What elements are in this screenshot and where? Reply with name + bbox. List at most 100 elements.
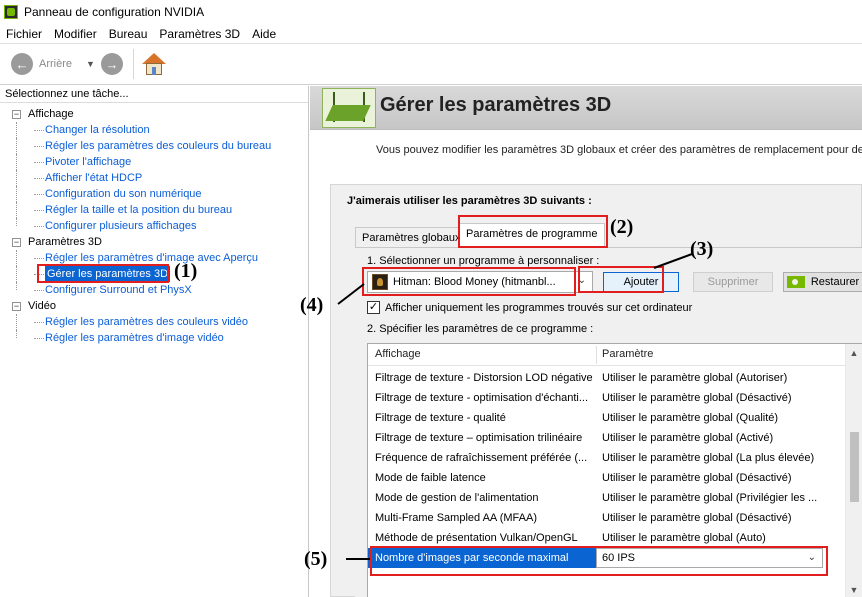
scroll-up-icon[interactable]: ▲ — [846, 348, 862, 358]
table-row[interactable]: Filtrage de texture – optimisation trili… — [368, 428, 823, 448]
table-row[interactable]: Fréquence de rafraîchissement préférée (… — [368, 448, 823, 468]
checkmark-icon[interactable]: ✓ — [367, 301, 380, 314]
tree-item-hdcp[interactable]: Afficher l'état HDCP — [0, 170, 309, 186]
tree-item-surround-physx[interactable]: Configurer Surround et PhysX — [0, 282, 309, 298]
back-arrow-icon: ← — [11, 53, 33, 75]
setting-name: Fréquence de rafraîchissement préférée (… — [375, 452, 588, 464]
annotation-arrow-4 — [337, 283, 365, 305]
table-row[interactable]: Multi-Frame Sampled AA (MFAA) Utiliser le… — [368, 508, 823, 528]
setting-value: Utiliser le paramètre global (Activé) — [602, 432, 774, 444]
page-title: Gérer les paramètres 3D — [380, 94, 612, 116]
content-panel: Gérer les paramètres 3D Vous pouvez modi… — [300, 86, 862, 597]
tree-item-label[interactable]: Régler les paramètres des couleurs du bu… — [45, 138, 271, 154]
annotation-box-4 — [362, 267, 576, 296]
scroll-thumb[interactable] — [850, 432, 859, 502]
setting-name: Filtrage de texture - optimisation d'éch… — [375, 392, 589, 404]
home-icon[interactable] — [141, 52, 166, 76]
tree-item-label[interactable]: Régler la taille et la position du burea… — [45, 202, 232, 218]
setting-name: Mode de faible latence — [375, 472, 486, 484]
toolbar-separator — [132, 49, 134, 79]
checkbox-label: Afficher uniquement les programmes trouv… — [385, 301, 693, 314]
setting-name: Multi-Frame Sampled AA (MFAA) — [375, 512, 537, 524]
list-scrollbar[interactable]: ▲ ▼ — [845, 344, 862, 597]
window-title: Panneau de configuration NVIDIA — [24, 5, 205, 19]
setting-name: Filtrage de texture - qualité — [375, 412, 506, 424]
tree-category-parametres-3d[interactable]: − Paramètres 3D — [0, 234, 309, 250]
table-row[interactable]: Filtrage de texture - optimisation d'éch… — [368, 388, 823, 408]
setting-value: Utiliser le paramètre global (Auto) — [602, 532, 766, 544]
menu-aide[interactable]: Aide — [246, 27, 282, 41]
restore-label: Restaurer — [810, 276, 860, 288]
task-panel-header: Sélectionnez une tâche... — [0, 86, 308, 103]
collapse-icon[interactable]: − — [12, 238, 21, 247]
history-dropdown-icon[interactable]: ▼ — [86, 59, 95, 69]
category-label: Paramètres 3D — [28, 236, 102, 248]
table-row[interactable]: Mode de gestion de l'alimentation Utilise… — [368, 488, 823, 508]
nvidia-app-icon — [4, 5, 18, 19]
tree-item-changer-resolution[interactable]: Changer la résolution — [0, 122, 309, 138]
tree-item-label[interactable]: Configuration du son numérique — [45, 186, 202, 202]
annotation-box-1 — [37, 264, 169, 283]
setting-value: Utiliser le paramètre global (Autoriser) — [602, 372, 788, 384]
menu-parametres-3d[interactable]: Paramètres 3D — [153, 27, 246, 41]
remove-button[interactable]: Supprimer — [693, 272, 773, 292]
tree-item-label[interactable]: Afficher l'état HDCP — [45, 170, 142, 186]
tree-category-affichage[interactable]: − Affichage — [0, 106, 309, 122]
setting-value: Utiliser le paramètre global (Désactivé) — [602, 512, 792, 524]
step2-label: 2. Spécifier les paramètres de ce progra… — [367, 323, 594, 335]
forward-arrow-icon[interactable]: → — [100, 53, 123, 75]
table-row[interactable]: Filtrage de texture - qualité Utiliser le… — [368, 408, 823, 428]
collapse-icon[interactable]: − — [12, 302, 21, 311]
table-row[interactable]: Mode de faible latence Utiliser le paramè… — [368, 468, 823, 488]
scroll-down-icon[interactable]: ▼ — [846, 585, 862, 595]
column-header-parametre[interactable]: Paramètre — [602, 348, 653, 360]
annotation-label-4: (4) — [300, 294, 324, 316]
toolbar: ← Arrière ▼ → — [0, 43, 862, 85]
menu-modifier[interactable]: Modifier — [48, 27, 103, 41]
back-button[interactable]: ← Arrière — [11, 53, 72, 75]
step1-label: 1. Sélectionner un programme à personnal… — [367, 255, 600, 267]
setting-name: Méthode de présentation Vulkan/OpenGL — [375, 532, 578, 544]
tree-item-image-video[interactable]: Régler les paramètres d'image vidéo — [0, 330, 309, 346]
annotation-box-2 — [458, 215, 608, 248]
show-found-programs-checkbox-row[interactable]: ✓ Afficher uniquement les programmes tro… — [367, 301, 692, 314]
tree-item-son-numerique[interactable]: Configuration du son numérique — [0, 186, 309, 202]
table-row[interactable]: Filtrage de texture - Distorsion LOD nég… — [368, 368, 823, 388]
page-description: Vous pouvez modifier les paramètres 3D g… — [376, 144, 862, 156]
setting-name: Mode de gestion de l'alimentation — [375, 492, 539, 504]
annotation-label-2: (2) — [610, 216, 634, 238]
collapse-icon[interactable]: − — [12, 110, 21, 119]
menu-bureau[interactable]: Bureau — [103, 27, 154, 41]
annotation-arrow-5 — [346, 558, 370, 560]
tree-item-pivoter[interactable]: Pivoter l'affichage — [0, 154, 309, 170]
setting-name: Filtrage de texture - Distorsion LOD nég… — [375, 372, 593, 384]
task-tree: − Affichage Changer la résolution Régler… — [0, 106, 309, 346]
setting-value: Utiliser le paramètre global (Privilégie… — [602, 492, 818, 504]
column-header-affichage[interactable]: Affichage — [375, 348, 421, 360]
tree-item-label[interactable]: Changer la résolution — [45, 122, 150, 138]
tree-item-taille-position[interactable]: Régler la taille et la position du burea… — [0, 202, 309, 218]
tab-parametres-globaux[interactable]: Paramètres globaux — [355, 227, 461, 247]
tree-item-plusieurs-affichages[interactable]: Configurer plusieurs affichages — [0, 218, 309, 234]
back-label: Arrière — [39, 58, 73, 70]
page-header: Gérer les paramètres 3D — [310, 86, 862, 130]
tree-item-label[interactable]: Pivoter l'affichage — [45, 154, 131, 170]
setting-value: Utiliser le paramètre global (La plus él… — [602, 452, 815, 464]
list-header: Affichage Paramètre — [368, 344, 862, 366]
restore-button[interactable]: Restaurer — [783, 272, 862, 292]
tree-category-video[interactable]: − Vidéo — [0, 298, 309, 314]
menu-fichier[interactable]: Fichier — [0, 27, 48, 41]
tree-item-couleurs-bureau[interactable]: Régler les paramètres des couleurs du bu… — [0, 138, 309, 154]
tree-item-label[interactable]: Régler les paramètres des couleurs vidéo — [45, 314, 248, 330]
table-row[interactable]: Méthode de présentation Vulkan/OpenGL Uti… — [368, 528, 823, 548]
category-label: Vidéo — [28, 300, 56, 312]
task-panel: Sélectionnez une tâche... − Affichage Ch… — [0, 86, 309, 597]
3d-settings-logo-icon — [322, 88, 376, 128]
setting-value: Utiliser le paramètre global (Qualité) — [602, 412, 779, 424]
setting-value: Utiliser le paramètre global (Désactivé) — [602, 392, 792, 404]
tree-item-label[interactable]: Configurer plusieurs affichages — [45, 218, 196, 234]
tree-item-label[interactable]: Régler les paramètres d'image vidéo — [45, 330, 224, 346]
menu-bar: Fichier Modifier Bureau Paramètres 3D Ai… — [0, 24, 862, 43]
tree-item-couleurs-video[interactable]: Régler les paramètres des couleurs vidéo — [0, 314, 309, 330]
tree-item-label[interactable]: Configurer Surround et PhysX — [45, 282, 192, 298]
